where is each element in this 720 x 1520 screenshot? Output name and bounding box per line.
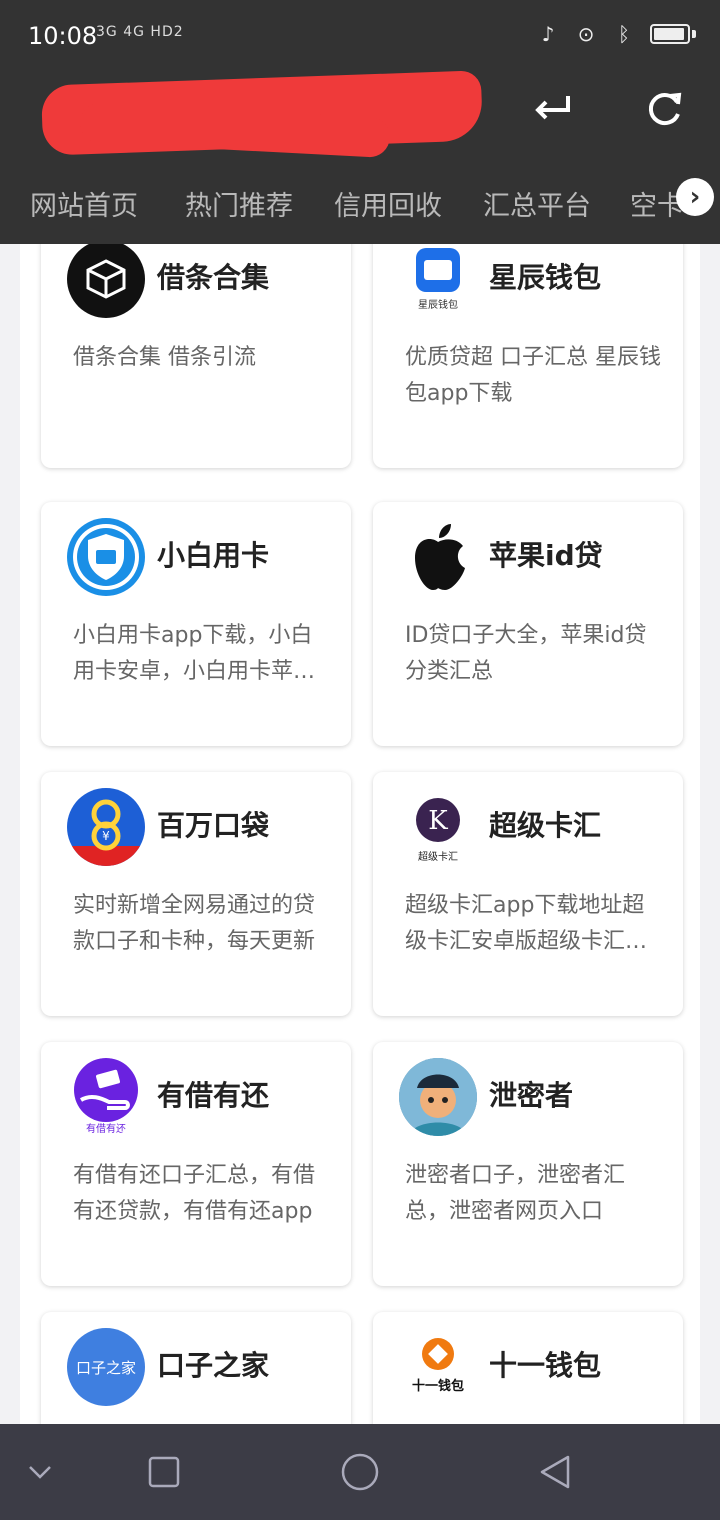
recent-apps-button[interactable] <box>144 1452 184 1492</box>
system-nav-bar <box>0 1424 720 1520</box>
logo-text: 口子之家 <box>75 1358 136 1377</box>
site-name: 口子之家 <box>157 1349 270 1382</box>
lock-icon: ⊙ <box>577 22 595 46</box>
site-card[interactable]: 借条合集 借条合集 借条引流 <box>41 244 351 468</box>
site-grid: 借条合集 借条合集 借条引流 星辰钱包 星辰钱包 优质贷超 口子汇总 星辰钱包a… <box>20 244 700 1424</box>
site-desc: 优质贷超 口子汇总 星辰钱包app下载 <box>405 345 661 406</box>
site-desc: 小白用卡app下载，小白用卡安卓，小白用卡苹果版 <box>73 623 316 684</box>
site-name: 百万口袋 <box>157 809 270 842</box>
site-card[interactable]: 口子之家 口子之家 <box>41 1312 351 1424</box>
hand-money-icon: 有借有还 <box>67 1058 145 1136</box>
battery-tip <box>692 30 696 38</box>
vibrate-icon: ♪ <box>541 22 555 46</box>
money-bag-icon: ¥ <box>67 788 145 866</box>
site-card[interactable]: 泄密者 泄密者口子，泄密者汇总，泄密者网页入口 <box>373 1042 683 1286</box>
enter-arrow-icon <box>535 96 570 120</box>
logo-text: 星辰钱包 <box>418 298 458 311</box>
site-card[interactable]: 星辰钱包 星辰钱包 优质贷超 口子汇总 星辰钱包app下载 <box>373 244 683 468</box>
logo-text: 有借有还 <box>86 1122 126 1135</box>
site-name: 有借有还 <box>157 1079 270 1112</box>
refresh-button[interactable] <box>640 84 690 134</box>
chevron-right-icon: › <box>689 182 701 212</box>
battery-icon <box>650 24 690 44</box>
site-card[interactable]: 十一钱包 十一钱包 <box>373 1312 683 1424</box>
site-name: 泄密者 <box>489 1079 574 1112</box>
logo-text: 超级卡汇 <box>418 850 458 863</box>
site-desc: 超级卡汇app下载地址超级卡汇安卓版超级卡汇苹果版 <box>405 893 648 954</box>
square-icon <box>148 1456 180 1488</box>
back-nav-button[interactable] <box>536 1452 576 1492</box>
tab-empty-card[interactable]: 空卡 <box>630 184 684 223</box>
refresh-icon <box>648 92 682 125</box>
tab-home[interactable]: 网站首页 <box>30 184 138 223</box>
cartoon-avatar-icon <box>399 1058 477 1136</box>
tabs-next-button[interactable]: › <box>676 178 714 216</box>
status-time: 10:08 <box>28 22 98 50</box>
tab-credit-recycle[interactable]: 信用回收 <box>334 184 442 223</box>
site-name: 苹果id贷 <box>489 539 603 572</box>
chevron-down-icon[interactable] <box>20 1452 60 1492</box>
site-desc: 泄密者口子，泄密者汇总，泄密者网页入口 <box>405 1163 626 1224</box>
triangle-back-icon <box>540 1455 570 1489</box>
tab-summary[interactable]: 汇总平台 <box>483 184 591 223</box>
orange-diamond-icon: 十一钱包 <box>399 1328 477 1406</box>
site-name: 超级卡汇 <box>489 809 602 842</box>
svg-text:K: K <box>428 806 448 836</box>
site-card[interactable]: ¥ 百万口袋 实时新增全网易通过的贷款口子和卡种，每天更新 <box>41 772 351 1016</box>
tab-hot[interactable]: 热门推荐 <box>185 184 293 223</box>
site-desc: 借条合集 借条引流 <box>73 345 256 370</box>
circle-icon <box>341 1453 379 1491</box>
category-tabs: 网站首页 热门推荐 信用回收 汇总平台 空卡 <box>0 162 720 244</box>
bluetooth-icon: ᛒ <box>618 22 630 46</box>
site-name: 星辰钱包 <box>489 261 602 294</box>
back-button[interactable] <box>528 84 578 134</box>
status-right-icons: ♪ ⊙ ᛒ <box>536 22 696 46</box>
site-card[interactable]: K 超级卡汇 超级卡汇 超级卡汇app下载地址超级卡汇安卓版超级卡汇苹果版 <box>373 772 683 1016</box>
logo-text: 十一钱包 <box>412 1378 464 1394</box>
apple-icon <box>399 518 477 596</box>
site-desc: 有借有还口子汇总，有借有还贷款，有借有还app <box>73 1163 316 1224</box>
text-logo-icon: 口子之家 <box>67 1328 145 1406</box>
site-desc: 实时新增全网易通过的贷款口子和卡种，每天更新 <box>73 893 316 954</box>
site-card[interactable]: 苹果id贷 ID贷口子大全，苹果id贷分类汇总 <box>373 502 683 746</box>
home-button[interactable] <box>340 1452 380 1492</box>
shield-card-icon <box>67 518 145 596</box>
site-name: 十一钱包 <box>489 1349 602 1382</box>
svg-text:¥: ¥ <box>102 829 110 843</box>
site-name: 小白用卡 <box>157 539 270 572</box>
wallet-icon: 星辰钱包 <box>399 244 477 318</box>
site-desc: ID贷口子大全，苹果id贷分类汇总 <box>405 623 647 684</box>
box-icon <box>67 244 145 318</box>
k-badge-icon: K 超级卡汇 <box>399 788 477 866</box>
signal-icons: 3G 4G HD2 <box>96 24 184 40</box>
site-card[interactable]: 有借有还 有借有还 有借有还口子汇总，有借有还贷款，有借有还app <box>41 1042 351 1286</box>
status-bar: 10:08 3G 4G HD2 ♪ ⊙ ᛒ <box>0 0 720 72</box>
site-card[interactable]: 小白用卡 小白用卡app下载，小白用卡安卓，小白用卡苹果版 <box>41 502 351 746</box>
site-name: 借条合集 <box>157 261 270 294</box>
